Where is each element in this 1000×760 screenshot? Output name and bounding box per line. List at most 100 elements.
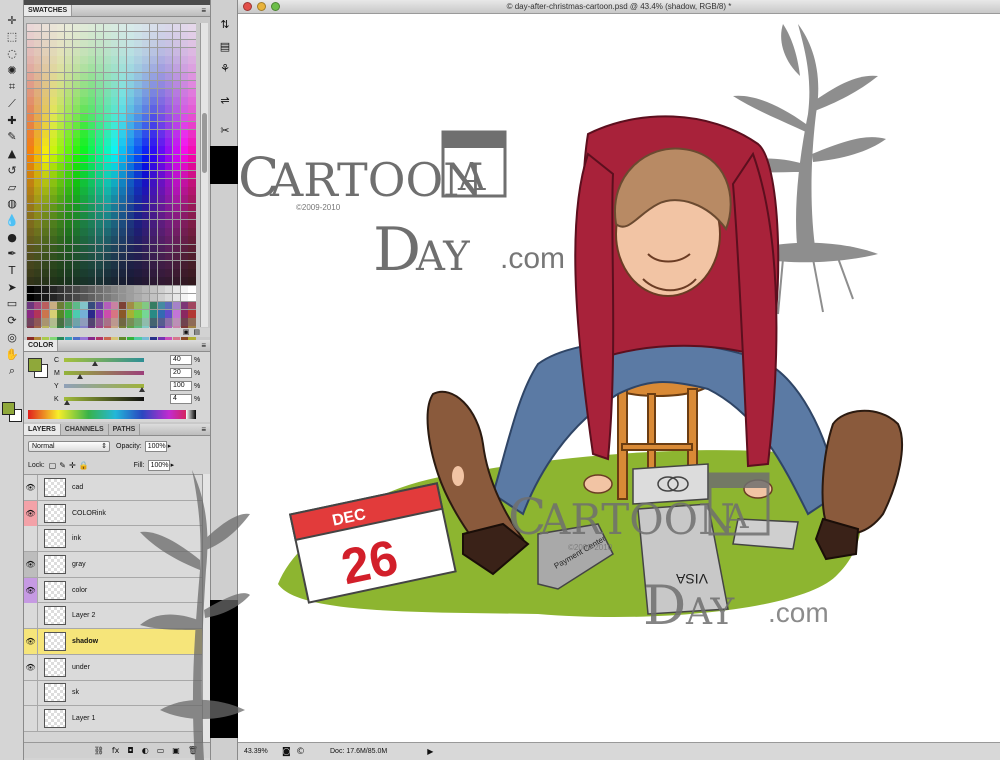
swatch[interactable] [88,195,96,204]
swatch[interactable] [88,301,96,310]
swatch[interactable] [88,170,96,179]
swatch[interactable] [72,89,80,97]
swatch[interactable] [49,154,57,163]
swatch[interactable] [26,301,34,310]
swatch[interactable] [88,64,96,73]
swatch[interactable] [80,170,88,179]
swatch[interactable] [149,203,157,212]
swatch[interactable] [57,211,65,220]
swatch[interactable] [126,48,134,56]
swatch[interactable] [111,170,119,179]
swatch[interactable] [165,39,173,48]
swatch[interactable] [103,162,111,171]
swatch[interactable] [188,318,196,326]
swatch[interactable] [26,72,34,81]
swatch[interactable] [103,244,111,253]
path-select-tool-icon[interactable]: ➤ [3,279,21,295]
swatch[interactable] [26,203,34,212]
swatch[interactable] [172,121,181,130]
swatch[interactable] [126,310,134,318]
swatch[interactable] [34,252,42,261]
swatch[interactable] [111,56,119,64]
swatch[interactable] [65,113,73,122]
canvas[interactable]: DEC 26 Payment Center VISA C ARTOON A ©2… [238,14,1000,742]
swatch[interactable] [142,64,150,73]
swatch[interactable] [57,179,65,187]
swatch[interactable] [142,39,150,48]
swatch[interactable] [149,48,157,56]
swatch[interactable] [172,203,181,212]
swatch[interactable] [80,23,88,32]
swatch[interactable] [126,269,134,277]
swatch[interactable] [72,113,80,122]
status-info-icon[interactable]: ◙ [282,747,296,757]
swatch[interactable] [88,138,96,146]
move-tool-icon[interactable]: ✛ [3,12,21,28]
swatch[interactable] [188,56,196,64]
swatch[interactable] [103,195,111,204]
swatch[interactable] [34,244,42,253]
swatch[interactable] [80,228,88,236]
swatch[interactable] [26,129,34,138]
swatch[interactable] [149,162,157,171]
swatch[interactable] [72,211,80,220]
swatch[interactable] [49,64,57,73]
swatch[interactable] [72,23,80,32]
swatch[interactable] [172,31,181,40]
swatch[interactable] [65,80,73,89]
swatch[interactable] [157,187,165,195]
swatch[interactable] [80,269,88,277]
swatch[interactable] [111,277,119,285]
swatch[interactable] [119,23,127,32]
swatch[interactable] [95,252,103,261]
swatch[interactable] [103,252,111,261]
swatch[interactable] [165,293,173,302]
swatch[interactable] [65,121,73,130]
eye-icon[interactable]: 👁 [24,500,38,526]
swatch[interactable] [65,187,73,195]
swatch[interactable] [41,211,50,220]
swatch[interactable] [180,236,188,244]
swatch[interactable] [172,252,181,261]
swatch[interactable] [111,252,119,261]
swatch[interactable] [157,121,165,130]
swatch[interactable] [103,318,111,326]
swatch[interactable] [72,105,80,113]
swatch[interactable] [157,220,165,228]
swatch[interactable] [149,236,157,244]
swatch[interactable] [41,318,50,326]
swatch[interactable] [34,310,42,318]
swatch[interactable] [80,146,88,154]
swatch[interactable] [188,179,196,187]
swatch[interactable] [49,277,57,285]
swatch[interactable] [65,31,73,40]
swatch[interactable] [65,129,73,138]
swatch[interactable] [49,211,57,220]
swatch[interactable] [111,211,119,220]
swatch[interactable] [126,252,134,261]
swatch[interactable] [65,260,73,269]
swatch[interactable] [134,129,142,138]
swatch[interactable] [119,269,127,277]
swatch[interactable] [111,244,119,253]
swatch[interactable] [134,170,142,179]
swatch[interactable] [180,89,188,97]
swatch[interactable] [165,170,173,179]
swatch[interactable] [88,31,96,40]
swatch[interactable] [80,31,88,40]
swatch[interactable] [172,236,181,244]
swatch[interactable] [95,310,103,318]
swatch[interactable] [34,31,42,40]
swatch[interactable] [126,228,134,236]
swatch[interactable] [65,269,73,277]
slider-track[interactable] [64,384,145,392]
swatch[interactable] [65,56,73,64]
swatch[interactable] [88,48,96,56]
swatch[interactable] [157,48,165,56]
swatch[interactable] [126,113,134,122]
swatch[interactable] [142,285,150,294]
swatch[interactable] [172,72,181,81]
swatch[interactable] [172,154,181,163]
stamp-tool-icon[interactable]: ▲ [3,146,21,162]
swatch[interactable] [88,203,96,212]
